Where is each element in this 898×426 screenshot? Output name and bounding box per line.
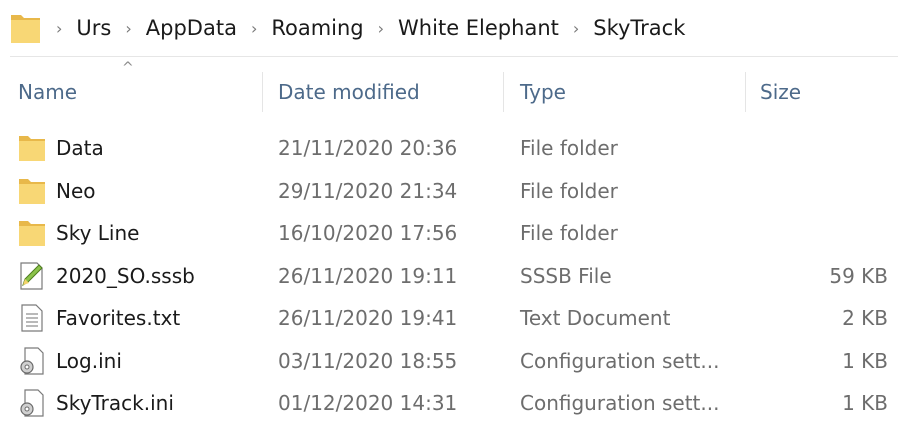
file-row-sky-line[interactable]: Sky Line 16/10/2020 17:56 File folder bbox=[0, 213, 898, 256]
config-file-icon bbox=[18, 388, 46, 418]
sort-ascending-icon: ^ bbox=[122, 60, 134, 76]
file-size: 1 KB bbox=[842, 391, 888, 415]
file-row-data[interactable]: Data 21/11/2020 20:36 File folder bbox=[0, 128, 898, 171]
folder-icon bbox=[10, 11, 42, 45]
file-date-modified: 26/11/2020 19:11 bbox=[278, 263, 458, 288]
file-name: Neo bbox=[56, 178, 96, 203]
file-row-skytrack-ini[interactable]: SkyTrack.ini 01/12/2020 14:31 Configurat… bbox=[0, 383, 898, 426]
folder-icon bbox=[18, 133, 46, 163]
chevron-right-icon[interactable]: › bbox=[378, 19, 384, 38]
column-divider[interactable] bbox=[745, 72, 746, 112]
column-headers: ^ Name Date modified Type Size bbox=[0, 60, 898, 124]
file-size: 59 KB bbox=[829, 263, 888, 288]
config-file-icon bbox=[18, 346, 46, 376]
file-type: File folder bbox=[520, 178, 618, 203]
chevron-right-icon[interactable]: › bbox=[56, 19, 62, 38]
column-header-type[interactable]: Type bbox=[520, 80, 566, 104]
file-row-favorites-txt[interactable]: Favorites.txt 26/11/2020 19:41 Text Docu… bbox=[0, 298, 898, 341]
file-name: Sky Line bbox=[56, 221, 140, 245]
folder-icon bbox=[18, 218, 46, 248]
text-file-icon bbox=[18, 303, 46, 333]
file-row-2020-so-sssb[interactable]: 2020_SO.sssb 26/11/2020 19:11 SSSB File … bbox=[0, 256, 898, 299]
breadcrumb: › Urs › AppData › Roaming › White Elepha… bbox=[56, 16, 685, 40]
breadcrumb-item-urs[interactable]: Urs bbox=[76, 16, 111, 40]
file-row-neo[interactable]: Neo 29/11/2020 21:34 File folder bbox=[0, 171, 898, 214]
breadcrumb-item-white-elephant[interactable]: White Elephant bbox=[398, 16, 559, 40]
file-date-modified: 21/11/2020 20:36 bbox=[278, 136, 458, 160]
column-divider[interactable] bbox=[262, 72, 263, 112]
file-type: Configuration sett... bbox=[520, 348, 720, 373]
chevron-right-icon[interactable]: › bbox=[573, 19, 579, 38]
breadcrumb-item-skytrack[interactable]: SkyTrack bbox=[593, 16, 685, 40]
column-header-name[interactable]: Name bbox=[18, 80, 77, 104]
file-date-modified: 29/11/2020 21:34 bbox=[278, 178, 458, 203]
column-header-date-modified[interactable]: Date modified bbox=[278, 80, 420, 104]
file-type: File folder bbox=[520, 221, 618, 245]
column-header-size[interactable]: Size bbox=[760, 80, 801, 104]
address-bar[interactable]: › Urs › AppData › Roaming › White Elepha… bbox=[10, 0, 898, 57]
file-list: Data 21/11/2020 20:36 File folder Neo 29… bbox=[0, 128, 898, 426]
file-date-modified: 01/12/2020 14:31 bbox=[278, 391, 458, 415]
column-divider[interactable] bbox=[503, 72, 504, 112]
file-type: SSSB File bbox=[520, 263, 612, 288]
file-row-log-ini[interactable]: Log.ini 03/11/2020 18:55 Configuration s… bbox=[0, 341, 898, 384]
file-date-modified: 26/11/2020 19:41 bbox=[278, 306, 458, 330]
file-name: Log.ini bbox=[56, 348, 122, 373]
file-name: SkyTrack.ini bbox=[56, 391, 174, 415]
file-type: Configuration sett... bbox=[520, 391, 720, 415]
file-type: Text Document bbox=[520, 306, 671, 330]
chevron-right-icon[interactable]: › bbox=[125, 19, 131, 38]
chevron-right-icon[interactable]: › bbox=[251, 19, 257, 38]
breadcrumb-item-appdata[interactable]: AppData bbox=[146, 16, 237, 40]
file-name: 2020_SO.sssb bbox=[56, 263, 195, 288]
breadcrumb-item-roaming[interactable]: Roaming bbox=[271, 16, 363, 40]
file-size: 1 KB bbox=[842, 348, 888, 373]
file-name: Data bbox=[56, 136, 104, 160]
file-size: 2 KB bbox=[842, 306, 888, 330]
file-type: File folder bbox=[520, 136, 618, 160]
file-date-modified: 03/11/2020 18:55 bbox=[278, 348, 458, 373]
folder-icon bbox=[18, 176, 46, 206]
sssb-file-icon bbox=[18, 261, 46, 291]
file-name: Favorites.txt bbox=[56, 306, 181, 330]
file-date-modified: 16/10/2020 17:56 bbox=[278, 221, 458, 245]
